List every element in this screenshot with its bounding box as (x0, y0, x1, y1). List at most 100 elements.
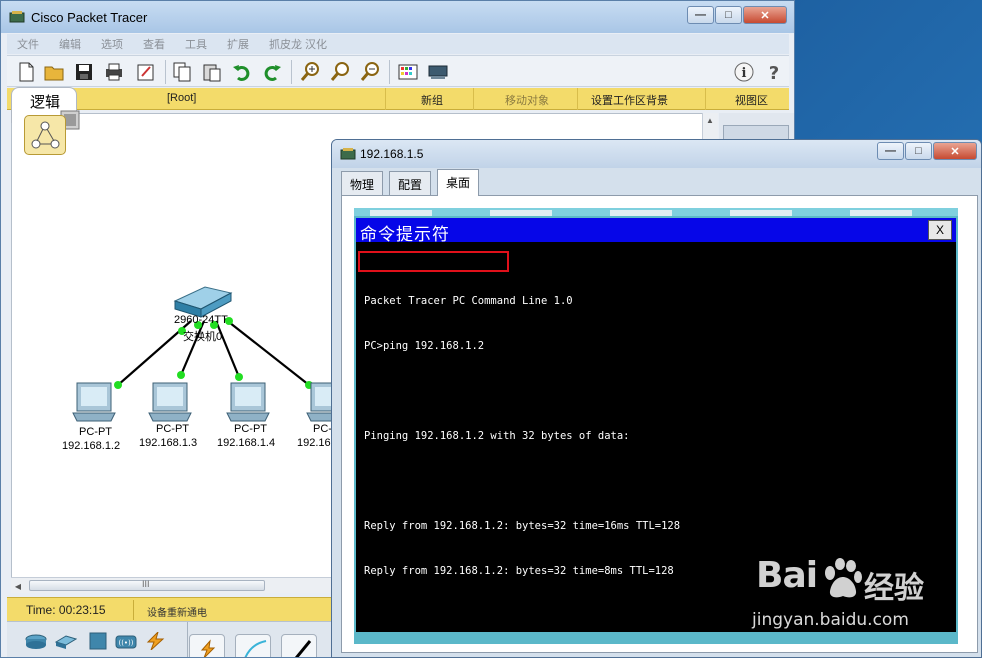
scroll-left-icon[interactable]: ◀ (11, 579, 25, 593)
pc0-ip-label: 192.168.1.2 (62, 440, 121, 452)
pc2-ip-label: 192.168.1.4 (217, 437, 276, 449)
svg-text:i: i (742, 66, 747, 81)
command-prompt-title: 命令提示符 (360, 225, 450, 245)
command-prompt-close-button[interactable]: X (928, 220, 952, 240)
open-icon[interactable] (43, 61, 65, 83)
redo-icon[interactable] (261, 61, 283, 83)
switch-icon[interactable] (173, 286, 233, 318)
pc0-type-label: PC-PT (79, 426, 112, 438)
tab-physical[interactable]: 物理 (341, 171, 384, 195)
ping-command-highlight (358, 251, 509, 272)
save-icon[interactable] (73, 61, 95, 83)
power-cycle-button[interactable]: 设备重新通电 (147, 604, 207, 619)
menu-localization[interactable]: 抓皮龙 汉化 (259, 36, 337, 52)
tab-config[interactable]: 配置 (389, 171, 432, 195)
zoom-reset-icon[interactable] (329, 61, 351, 83)
pc1-type-label: PC-PT (156, 423, 189, 435)
toolbar: i ? (7, 55, 789, 87)
main-titlebar[interactable]: Cisco Packet Tracer — □ ✕ (1, 1, 794, 33)
menu-edit[interactable]: 编辑 (49, 36, 91, 52)
minimize-button[interactable]: — (687, 6, 714, 24)
copy-icon[interactable] (171, 61, 193, 83)
pc-close-button[interactable]: ✕ (933, 142, 977, 160)
zoom-in-icon[interactable] (299, 61, 321, 83)
menu-view[interactable]: 查看 (133, 36, 175, 52)
pc3-type-label: PC- (313, 423, 332, 435)
straight-cable-icon (294, 640, 312, 657)
undo-icon[interactable] (231, 61, 253, 83)
switch-category-icon[interactable] (55, 632, 77, 650)
pc-minimize-button[interactable]: — (877, 142, 904, 160)
watermark-brand: Bai (756, 555, 818, 596)
svg-text:?: ? (769, 63, 779, 83)
menu-extensions[interactable]: 扩展 (217, 36, 259, 52)
new-cluster-button[interactable]: 新组 (421, 92, 443, 108)
pc-window-controls: — □ ✕ (877, 142, 977, 160)
workspace-bar: [Root] 新组 移动对象 设置工作区背景 视图区 (7, 88, 789, 110)
straight-cable-tool[interactable] (281, 634, 317, 657)
command-prompt-titlebar: 命令提示符 X (356, 218, 956, 245)
pc-icon[interactable] (72, 382, 116, 422)
menu-options[interactable]: 选项 (91, 36, 133, 52)
tab-logical-label: 逻辑 (30, 94, 61, 111)
simulation-time: Time: 00:23:15 (26, 603, 106, 617)
activity-wizard-icon[interactable] (135, 61, 157, 83)
paste-icon[interactable] (201, 61, 223, 83)
window-title: Cisco Packet Tracer (31, 10, 148, 25)
desktop-app-strip (354, 208, 958, 216)
scrollbar-thumb[interactable]: III (29, 579, 265, 591)
close-button[interactable]: ✕ (743, 6, 787, 24)
zoom-out-icon[interactable] (359, 61, 381, 83)
switch-name-label: 交换机0 (183, 331, 223, 343)
paw-icon (825, 558, 862, 598)
maximize-button[interactable]: □ (715, 6, 742, 24)
packet-tracer-app-icon (340, 148, 356, 160)
hub-category-icon[interactable] (87, 632, 109, 650)
custom-device-icon[interactable] (427, 61, 449, 83)
pc-icon[interactable] (226, 382, 270, 422)
new-icon[interactable] (15, 61, 37, 83)
terminal-line: Packet Tracer PC Command Line 1.0 (364, 295, 573, 307)
svg-text:((•)): ((•)) (118, 639, 133, 647)
terminal-line: Reply from 192.168.1.2: bytes=32 time=16… (364, 520, 681, 532)
menu-file[interactable]: 文件 (7, 36, 49, 52)
window-controls: — □ ✕ (687, 6, 787, 24)
pc-tab-bar: 物理 配置 桌面 (341, 169, 973, 196)
menu-tools[interactable]: 工具 (175, 36, 217, 52)
switch-model-label: 2960-24TT (174, 314, 228, 326)
info-icon[interactable]: i (733, 61, 755, 83)
help-icon[interactable]: ? (763, 61, 785, 83)
pc-maximize-button[interactable]: □ (905, 142, 932, 160)
pc-icon[interactable] (148, 382, 192, 422)
watermark-brand-cn: 经验 (864, 572, 924, 605)
scroll-up-icon[interactable]: ▲ (703, 113, 717, 127)
connections-category-icon[interactable] (145, 632, 167, 650)
horizontal-scrollbar[interactable]: ◀ III (11, 577, 341, 593)
network-topology (72, 286, 341, 422)
router-category-icon[interactable] (25, 632, 47, 650)
pc2-type-label: PC-PT (234, 423, 267, 435)
palette-icon[interactable] (397, 61, 419, 83)
packet-tracer-app-icon (9, 11, 25, 23)
wireless-category-icon[interactable]: ((•)) (115, 632, 137, 650)
tab-desktop[interactable]: 桌面 (437, 169, 480, 196)
pc-window-titlebar[interactable]: 192.168.1.5 — □ ✕ (332, 140, 981, 168)
console-cable-icon (244, 640, 267, 657)
print-icon[interactable] (103, 61, 125, 83)
menu-bar: 文件 编辑 选项 查看 工具 扩展 抓皮龙 汉化 (7, 34, 789, 54)
move-object-button[interactable]: 移动对象 (505, 92, 549, 108)
viewport-button[interactable]: 视图区 (735, 92, 768, 108)
watermark-url: jingyan.baidu.com (752, 610, 909, 630)
root-breadcrumb[interactable]: [Root] (167, 92, 196, 104)
baidu-watermark: Bai 经验 jingyan.baidu.com (752, 555, 972, 635)
pc1-ip-label: 192.168.1.3 (139, 437, 198, 449)
terminal-line: PC>ping 192.168.1.2 (364, 340, 485, 352)
auto-connection-tool[interactable] (189, 634, 225, 657)
lightning-icon (200, 639, 216, 657)
pc3-ip-label: 192.16 (297, 437, 331, 449)
console-cable-tool[interactable] (235, 634, 271, 657)
set-background-button[interactable]: 设置工作区背景 (591, 92, 668, 108)
terminal-line: Pinging 192.168.1.2 with 32 bytes of dat… (364, 430, 630, 442)
